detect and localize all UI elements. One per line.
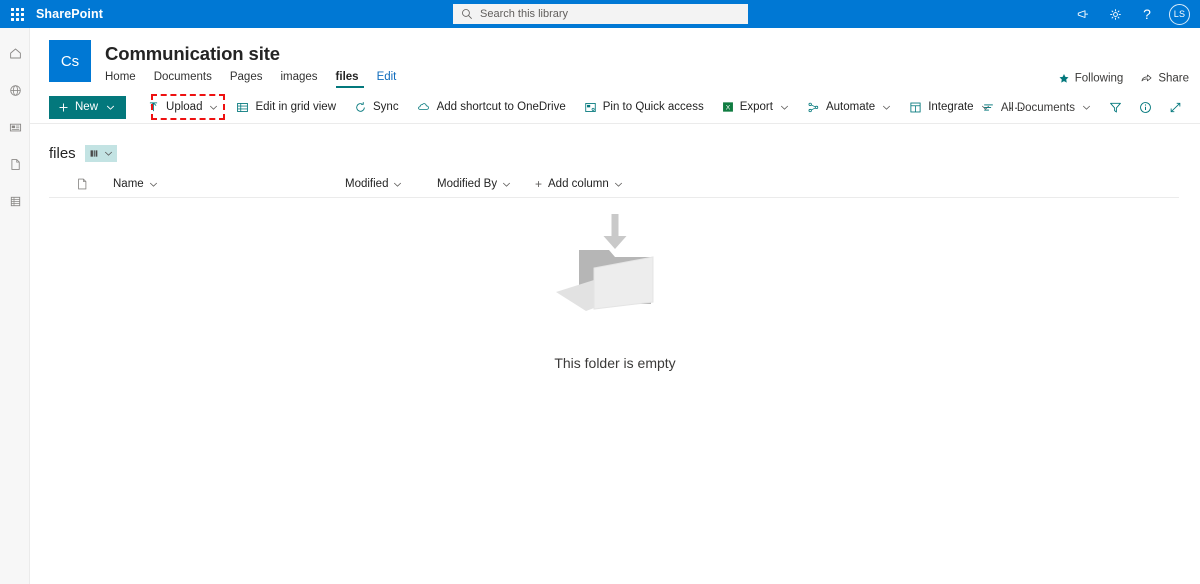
pin-to-quick-access-button[interactable]: Pin to Quick access (575, 94, 713, 120)
sidebar-item-page[interactable] (0, 147, 30, 181)
suite-brand[interactable]: SharePoint (36, 7, 103, 21)
edit-in-grid-view-label: Edit in grid view (255, 101, 336, 113)
sidebar-item-web[interactable] (0, 73, 30, 107)
new-button-label: New (75, 101, 98, 113)
upload-button[interactable]: Upload (138, 94, 227, 120)
command-bar-right: All Documents (973, 91, 1190, 124)
grid-icon (236, 101, 249, 114)
suite-bar: SharePoint (0, 0, 1200, 28)
site-header: Cs Communication site Home Documents Pag… (30, 28, 1200, 91)
following-button[interactable]: Following (1058, 72, 1124, 84)
site-navigation: Home Documents Pages images files Edit (105, 68, 409, 87)
view-list-icon (982, 101, 995, 114)
share-label: Share (1158, 72, 1189, 84)
integrate-icon (909, 101, 922, 114)
command-bar-items: Upload Edit in grid view (138, 94, 1035, 120)
nav-item-home[interactable]: Home (105, 68, 154, 87)
column-header-modified-by-label: Modified By (437, 178, 497, 190)
app-launcher-button[interactable] (0, 0, 34, 28)
chevron-down-icon (209, 103, 218, 112)
search-input[interactable] (480, 8, 740, 20)
nav-item-images[interactable]: images (280, 68, 335, 87)
sidebar-item-news[interactable] (0, 110, 30, 144)
column-header-modified-label: Modified (345, 178, 388, 190)
share-button[interactable]: Share (1140, 72, 1189, 85)
column-options-badge[interactable] (85, 145, 117, 162)
document-type-icon[interactable] (75, 177, 113, 191)
upload-label: Upload (166, 101, 202, 113)
sync-label: Sync (373, 101, 399, 113)
onedrive-icon (417, 100, 431, 114)
chevron-down-icon (106, 103, 115, 112)
star-icon (1058, 72, 1070, 84)
pin-to-quick-access-label: Pin to Quick access (603, 101, 704, 113)
search-box[interactable] (453, 4, 748, 24)
new-button[interactable]: New (49, 96, 126, 119)
column-options-icon (89, 148, 100, 159)
chevron-down-icon (614, 180, 623, 189)
empty-folder-illustration (540, 210, 690, 325)
automate-label: Automate (826, 101, 875, 113)
empty-state-message: This folder is empty (554, 355, 675, 371)
add-shortcut-to-onedrive-button[interactable]: Add shortcut to OneDrive (408, 94, 575, 120)
sync-button[interactable]: Sync (345, 94, 408, 120)
plus-icon (58, 102, 69, 113)
sidebar-item-library[interactable] (0, 184, 30, 218)
share-icon (1140, 72, 1153, 85)
site-logo: Cs (49, 40, 91, 82)
avatar[interactable]: LS (1169, 4, 1190, 25)
chevron-down-icon (393, 180, 402, 189)
automate-icon (807, 101, 820, 114)
nav-item-documents[interactable]: Documents (154, 68, 230, 87)
column-header-modified-by[interactable]: Modified By (437, 178, 535, 190)
nav-item-edit[interactable]: Edit (377, 68, 410, 87)
chevron-down-icon (104, 149, 113, 158)
sync-icon (354, 101, 367, 114)
chevron-down-icon (882, 103, 891, 112)
following-label: Following (1075, 72, 1124, 84)
info-icon[interactable] (1130, 94, 1160, 122)
nav-item-files[interactable]: files (336, 68, 377, 87)
library-title: files (49, 145, 76, 162)
library-heading: files (30, 124, 1200, 166)
empty-state: This folder is empty (30, 210, 1200, 371)
page-title: Communication site (105, 43, 280, 65)
add-column-label: Add column (548, 178, 609, 190)
settings-icon[interactable] (1100, 0, 1130, 28)
excel-icon: X (722, 101, 734, 113)
view-selector-button[interactable]: All Documents (973, 95, 1100, 121)
chevron-down-icon (1082, 103, 1091, 112)
column-header-name[interactable]: Name (113, 178, 345, 190)
suite-bar-actions: ? LS (1068, 0, 1194, 28)
add-column-button[interactable]: + Add column (535, 177, 623, 191)
export-label: Export (740, 101, 773, 113)
chevron-down-icon (502, 180, 511, 189)
column-header-modified[interactable]: Modified (345, 178, 437, 190)
plus-icon: + (535, 177, 542, 191)
command-bar: New Upload (30, 91, 1200, 124)
search-icon (461, 8, 473, 20)
nav-item-pages[interactable]: Pages (230, 68, 281, 87)
filter-icon[interactable] (1100, 94, 1130, 122)
export-button[interactable]: X Export (713, 94, 798, 120)
feedback-icon[interactable] (1068, 0, 1098, 28)
help-icon[interactable]: ? (1132, 0, 1162, 28)
chevron-down-icon (149, 180, 158, 189)
upload-icon (147, 101, 160, 114)
column-headers: Name Modified Modified By + Add column (49, 171, 1179, 198)
expand-icon[interactable] (1160, 94, 1190, 122)
waffle-icon (11, 8, 24, 21)
pin-icon (584, 101, 597, 114)
column-header-name-label: Name (113, 178, 144, 190)
sidebar-item-home[interactable] (0, 36, 30, 70)
chevron-down-icon (780, 103, 789, 112)
svg-text:X: X (725, 105, 730, 112)
site-actions: Following Share (1058, 72, 1189, 85)
app-rail (0, 28, 30, 584)
add-shortcut-to-onedrive-label: Add shortcut to OneDrive (437, 101, 566, 113)
view-selector-label: All Documents (1001, 102, 1075, 114)
automate-button[interactable]: Automate (798, 94, 900, 120)
edit-in-grid-view-button[interactable]: Edit in grid view (227, 94, 345, 120)
integrate-label: Integrate (928, 101, 973, 113)
